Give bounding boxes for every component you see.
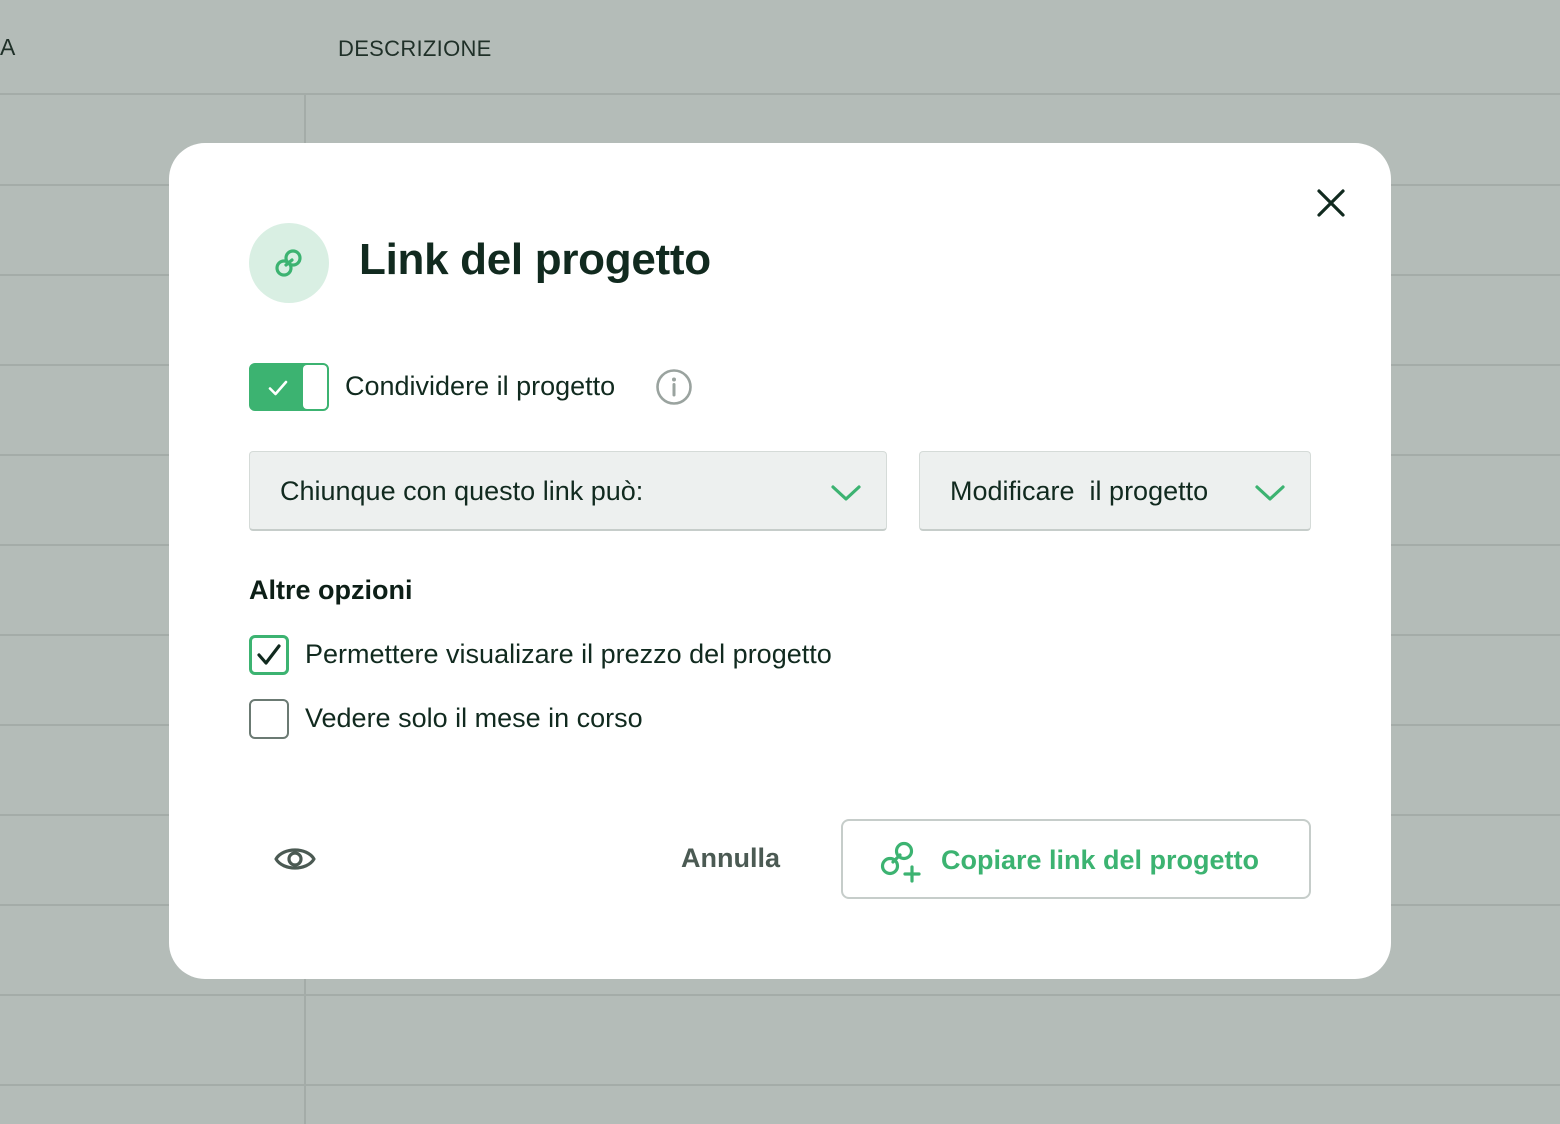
column-header-a: A — [0, 34, 16, 60]
share-project-toggle[interactable] — [249, 363, 329, 411]
check-icon — [268, 380, 288, 396]
table-header: A DESCRIZIONE — [0, 0, 1560, 95]
close-icon — [1317, 189, 1345, 217]
audience-dropdown-value: Chiunque con questo link può: — [280, 476, 644, 506]
show-price-checkbox[interactable] — [249, 635, 289, 675]
checkmark-icon — [257, 644, 281, 665]
current-month-label: Vedere solo il mese in corso — [305, 703, 643, 733]
current-month-checkbox[interactable] — [249, 699, 289, 739]
permission-dropdown-value: Modificare il progetto — [950, 476, 1209, 506]
link-icon — [275, 249, 302, 277]
toggle-knob — [303, 365, 327, 409]
column-header-descrizione: DESCRIZIONE — [338, 36, 492, 61]
other-options-title: Altre opzioni — [249, 575, 413, 605]
share-project-label: Condividere il progetto — [345, 371, 616, 401]
chevron-down-icon — [1255, 485, 1285, 501]
link-add-icon — [880, 841, 921, 883]
info-icon[interactable] — [655, 368, 693, 406]
close-button[interactable] — [1309, 181, 1353, 225]
audience-dropdown[interactable]: Chiunque con questo link può: — [249, 451, 887, 531]
table-row-divider — [0, 994, 1560, 996]
dialog-title: Link del progetto — [359, 235, 711, 284]
title-icon-badge — [249, 223, 329, 303]
chevron-down-icon — [831, 485, 861, 501]
copy-link-button[interactable]: Copiare link del progetto — [841, 819, 1311, 899]
table-row-divider — [0, 1084, 1560, 1086]
show-price-label: Permettere visualizare il prezzo del pro… — [305, 639, 832, 669]
copy-link-label: Copiare link del progetto — [941, 845, 1260, 875]
cancel-button[interactable]: Annulla — [681, 843, 780, 874]
permission-dropdown[interactable]: Modificare il progetto — [919, 451, 1311, 531]
share-link-dialog: Link del progetto Condividere il progett… — [169, 143, 1391, 979]
eye-icon[interactable] — [273, 837, 317, 881]
